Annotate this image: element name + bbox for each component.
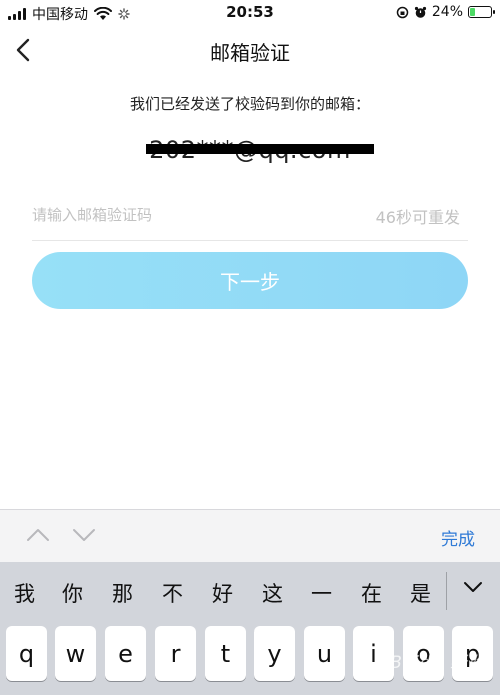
candidate-bar: 我 你 那 不 好 这 一 在 是 bbox=[0, 562, 500, 620]
orientation-lock-icon bbox=[396, 6, 409, 18]
key-w[interactable]: w bbox=[55, 626, 96, 681]
status-right: 24% bbox=[396, 4, 495, 20]
key-r[interactable]: r bbox=[155, 626, 196, 681]
next-step-button[interactable]: 下一步 bbox=[32, 252, 468, 309]
candidate-word[interactable]: 在 bbox=[361, 578, 382, 608]
baidu-watermark: Baidu 经验 bbox=[390, 653, 486, 673]
nav-bar: 邮箱验证 bbox=[0, 26, 500, 74]
key-i[interactable]: i bbox=[353, 626, 394, 681]
alarm-icon bbox=[414, 6, 426, 18]
expand-candidates-chevron-down-icon[interactable] bbox=[463, 580, 483, 594]
candidate-word[interactable]: 是 bbox=[410, 578, 431, 608]
battery-percent: 24% bbox=[431, 4, 463, 20]
candidate-word[interactable]: 不 bbox=[162, 578, 183, 608]
page-title: 邮箱验证 bbox=[210, 41, 290, 65]
candidate-word[interactable]: 我 bbox=[14, 578, 35, 608]
key-q[interactable]: q bbox=[6, 626, 47, 681]
candidate-divider bbox=[446, 572, 447, 610]
previous-field-chevron-up-icon[interactable] bbox=[25, 526, 51, 544]
key-e[interactable]: e bbox=[105, 626, 146, 681]
candidate-word[interactable]: 这 bbox=[262, 578, 283, 608]
keyboard: 我 你 那 不 好 这 一 在 是 q w e r t y u i o p Ba… bbox=[0, 562, 500, 695]
sent-description: 我们已经发送了校验码到你的邮箱： bbox=[129, 95, 370, 113]
key-y[interactable]: y bbox=[254, 626, 295, 681]
key-t[interactable]: t bbox=[205, 626, 246, 681]
key-u[interactable]: u bbox=[304, 626, 345, 681]
resend-countdown: 46秒可重发 bbox=[375, 208, 460, 227]
verification-code-input[interactable] bbox=[32, 200, 332, 230]
candidate-word[interactable]: 好 bbox=[212, 578, 233, 608]
battery-icon bbox=[468, 6, 495, 18]
candidate-word[interactable]: 一 bbox=[311, 578, 332, 608]
candidate-word[interactable]: 那 bbox=[112, 578, 133, 608]
candidate-word[interactable]: 你 bbox=[62, 578, 83, 608]
keyboard-toolbar: 完成 bbox=[0, 509, 500, 562]
code-input-row: 46秒可重发 bbox=[32, 196, 468, 241]
status-bar: 中国移动 20:53 24% bbox=[0, 0, 500, 26]
redaction-bar bbox=[146, 144, 374, 154]
next-field-chevron-down-icon[interactable] bbox=[71, 526, 97, 544]
done-button[interactable]: 完成 bbox=[441, 525, 475, 550]
